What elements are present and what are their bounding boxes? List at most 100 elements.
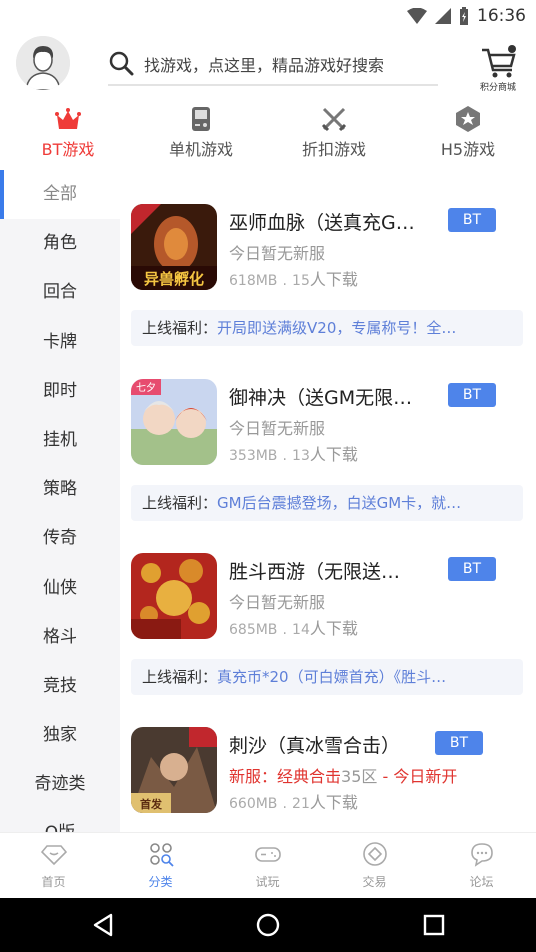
- game-card[interactable]: 胜斗西游（无限送… BT 今日暂无新服 685MB . 14人下载 上线福利：真…: [120, 519, 536, 695]
- nav-home[interactable]: 首页: [0, 839, 107, 895]
- sidebar-item-idle[interactable]: 挂机: [0, 416, 120, 465]
- sidebar-item-role[interactable]: 角色: [0, 219, 120, 268]
- home-icon[interactable]: [254, 911, 282, 939]
- tab-discount-games[interactable]: 折扣游戏: [274, 100, 394, 166]
- back-icon[interactable]: [89, 911, 117, 939]
- nav-label: 交易: [362, 875, 387, 889]
- game-size: 685MB: [229, 622, 278, 638]
- game-card[interactable]: 七夕 御神决（送GM无限… BT 今日暂无新服 353MB . 13人下载 上线…: [120, 345, 536, 521]
- new-server-info: 新服：经典合击35区 - 今日新开: [229, 763, 457, 787]
- new-server-status: 今日暂无新服: [229, 244, 326, 263]
- game-list: 异兽孵化 巫师血脉（送真充G… BT 今日暂无新服 618MB . 15人下载 …: [120, 170, 536, 832]
- download-unit: 人下载: [309, 619, 358, 638]
- bt-badge: BT: [435, 731, 483, 755]
- sidebar-item-exclusive[interactable]: 独家: [0, 711, 120, 760]
- bt-badge: BT: [448, 208, 496, 232]
- nav-category[interactable]: 分类: [107, 839, 214, 895]
- game-card[interactable]: 首发 刺沙（真冰雪合击） BT 新服：经典合击35区 - 今日新开 660MB …: [120, 693, 536, 832]
- perk-text: GM后台震撼登场，白送GM卡，就…: [217, 494, 462, 512]
- download-count: 15: [292, 273, 310, 289]
- game-meta: 618MB . 15人下载: [229, 266, 358, 290]
- sidebar-item-q-style[interactable]: Q版: [0, 809, 120, 832]
- new-server-status: 今日暂无新服: [229, 593, 326, 612]
- new-server-status: 今日暂无新服: [229, 419, 326, 438]
- nav-label: 首页: [41, 875, 66, 889]
- sidebar-item-realtime[interactable]: 即时: [0, 367, 120, 416]
- sidebar-item-turn-based[interactable]: 回合: [0, 268, 120, 317]
- search-box[interactable]: 找游戏，点这里，精品游戏好搜索: [108, 44, 438, 86]
- game-icon: [131, 553, 217, 639]
- wifi-icon: [407, 8, 427, 24]
- nav-label: 试玩: [255, 875, 280, 889]
- cover-caption: 首发: [140, 797, 163, 811]
- sidebar-item-xianxia[interactable]: 仙侠: [0, 564, 120, 613]
- download-count: 21: [292, 796, 310, 812]
- search-placeholder: 找游戏，点这里，精品游戏好搜索: [144, 56, 385, 75]
- download-count: 13: [292, 448, 310, 464]
- tab-standalone-games[interactable]: 单机游戏: [141, 100, 261, 166]
- avatar[interactable]: [16, 36, 70, 90]
- game-meta: 353MB . 13人下载: [229, 441, 358, 465]
- sidebar-item-strategy[interactable]: 策略: [0, 465, 120, 514]
- game-cover-image: 首发: [131, 727, 217, 813]
- launch-perk: 上线福利：GM后台震撼登场，白送GM卡，就…: [131, 485, 523, 521]
- perk-label: 上线福利：: [142, 668, 218, 686]
- diamond-icon: [41, 845, 67, 866]
- status-bar: 16:36: [0, 0, 536, 32]
- download-unit: 人下载: [309, 793, 358, 812]
- header: 找游戏，点这里，精品游戏好搜索 积分商城: [0, 32, 536, 100]
- nav-label: 论坛: [469, 875, 494, 889]
- game-cover-image: 异兽孵化: [131, 204, 217, 290]
- sidebar-item-all[interactable]: 全部: [0, 170, 120, 220]
- game-title: 巫师血脉（送真充G…: [229, 212, 415, 234]
- game-size: 353MB: [229, 448, 278, 464]
- category-icon: [150, 843, 174, 867]
- game-card[interactable]: 异兽孵化 巫师血脉（送真充G… BT 今日暂无新服 618MB . 15人下载 …: [120, 170, 536, 346]
- crown-icon: [55, 108, 81, 129]
- nav-trade[interactable]: 交易: [321, 839, 428, 895]
- points-shop-label: 积分商城: [479, 83, 516, 93]
- tab-label: H5游戏: [440, 140, 496, 159]
- nav-forum[interactable]: 论坛: [428, 839, 535, 895]
- category-tabs: BT游戏 单机游戏 折扣游戏 H5游戏: [0, 100, 536, 166]
- points-shop-button[interactable]: 积分商城: [474, 44, 522, 94]
- bottom-nav: 首页 分类 试玩 交易 论坛: [0, 832, 536, 898]
- tab-h5-games[interactable]: H5游戏: [408, 100, 528, 166]
- bt-badge: BT: [448, 557, 496, 581]
- signal-icon: [435, 8, 451, 24]
- sidebar-item-fighting[interactable]: 格斗: [0, 613, 120, 662]
- game-icon: 七夕: [131, 379, 217, 465]
- separator: .: [282, 622, 287, 638]
- game-cover-image: 七夕: [131, 379, 217, 465]
- sidebar-item-card[interactable]: 卡牌: [0, 318, 120, 367]
- gamepad-icon: [255, 847, 281, 862]
- download-unit: 人下载: [309, 445, 358, 464]
- recents-icon[interactable]: [420, 911, 448, 939]
- new-server-sep: -: [377, 767, 394, 786]
- status-time: 16:36: [477, 6, 526, 26]
- tab-label: 折扣游戏: [301, 140, 366, 159]
- game-title: 御神决（送GM无限…: [229, 387, 413, 409]
- tab-bt-games[interactable]: BT游戏: [8, 100, 128, 166]
- battery-icon: [460, 7, 468, 25]
- game-meta: 660MB . 21人下载: [229, 789, 358, 813]
- sidebar-item-legend[interactable]: 传奇: [0, 514, 120, 563]
- game-icon: 首发: [131, 727, 217, 813]
- cover-caption: 七夕: [136, 382, 156, 394]
- sidebar-item-competitive[interactable]: 竞技: [0, 662, 120, 711]
- game-title: 刺沙（真冰雪合击）: [229, 735, 401, 757]
- launch-perk: 上线福利：真充币*20（可白嫖首充）《胜斗…: [131, 659, 523, 695]
- swords-icon: [321, 107, 347, 132]
- separator: .: [282, 796, 287, 812]
- game-size: 618MB: [229, 273, 278, 289]
- nav-label: 分类: [148, 875, 173, 889]
- sidebar-item-miracle[interactable]: 奇迹类: [0, 760, 120, 809]
- gameboy-icon: [192, 107, 210, 131]
- user-avatar-icon: [16, 36, 70, 90]
- chat-icon: [471, 843, 493, 867]
- separator: .: [282, 273, 287, 289]
- game-icon: 异兽孵化: [131, 204, 217, 290]
- star-hexagon-icon: [456, 106, 480, 132]
- nav-trial[interactable]: 试玩: [214, 839, 321, 895]
- cart-icon: [482, 45, 516, 78]
